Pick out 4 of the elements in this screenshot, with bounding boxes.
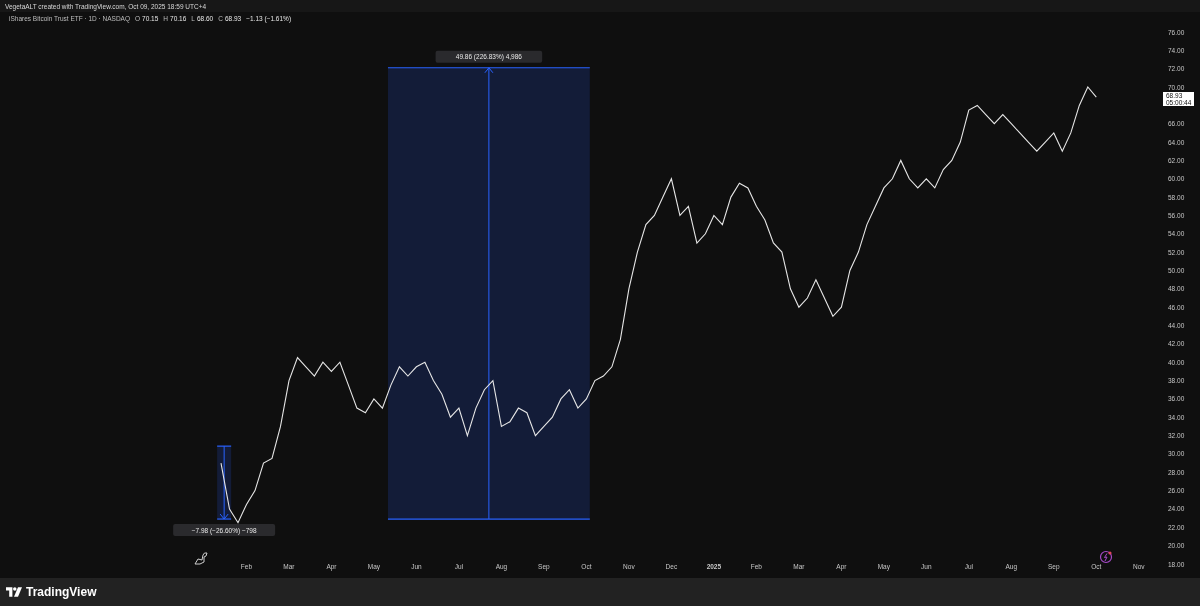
logo-icon — [6, 587, 22, 597]
measure-range[interactable] — [216, 445, 232, 520]
lightning-icon[interactable] — [1099, 550, 1113, 564]
brand-name: TradingView — [26, 585, 97, 599]
